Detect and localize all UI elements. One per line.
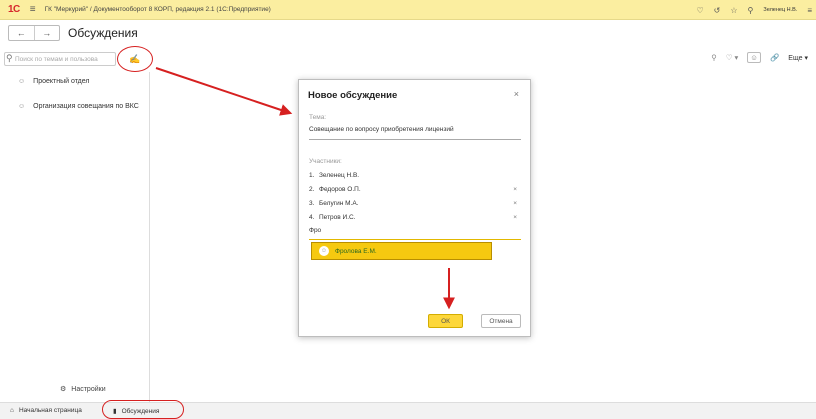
header-row: ← → Обсуждения: [0, 20, 816, 48]
forward-arrow-icon[interactable]: →: [35, 26, 60, 40]
arrow-to-dialog: [155, 67, 293, 116]
participant-number: 4.: [309, 214, 315, 221]
bell-dropdown-icon[interactable]: ♡ ▾: [726, 53, 739, 62]
star-icon[interactable]: ☆: [730, 6, 737, 15]
search-icon[interactable]: ⚲: [748, 6, 754, 15]
dialog-title: Новое обсуждение: [308, 90, 398, 101]
more-label: Еще: [788, 54, 803, 62]
participant-number: 2.: [309, 186, 315, 193]
group-icon: ☺: [18, 78, 26, 85]
suggestion-name: Фролова Е.М.: [335, 247, 377, 255]
participant-name: Петров И.С.: [319, 214, 356, 221]
nav-buttons: ← →: [8, 25, 60, 41]
suggestion-item[interactable]: ☺ Фролова Е.М.: [311, 242, 492, 260]
user-avatar-icon: ☺: [319, 246, 329, 256]
list-toolbar: ⚲ ♡ ▾ ☺ 🔗 Еще ▾: [711, 52, 808, 63]
participant-row: 1. Зеленец Н.В.: [309, 172, 521, 179]
page-title: Обсуждения: [68, 26, 138, 40]
highlight-circle: [102, 400, 184, 419]
ok-button[interactable]: ОК: [428, 314, 463, 328]
title-bar: 1С ≡ ГК "Меркурий" / Документооборот 8 К…: [0, 0, 816, 20]
bell-icon[interactable]: ♡: [696, 6, 703, 15]
new-discussion-dialog: Новое обсуждение × Тема: Совещание по во…: [298, 79, 531, 337]
search-icon[interactable]: ⚲: [711, 53, 717, 62]
close-icon[interactable]: ×: [514, 89, 519, 99]
title-bar-tools: ♡ ↺ ☆ ⚲ Зеленец Н.В. ≡: [696, 0, 812, 20]
tab-home-label: Начальная страница: [18, 407, 82, 414]
remove-icon[interactable]: ×: [513, 200, 517, 207]
remove-icon[interactable]: ×: [513, 186, 517, 193]
sidebar: ☺ Проектный отдел ☺ Организация совещани…: [0, 72, 150, 402]
home-icon: ⌂: [10, 407, 14, 414]
participant-name: Федоров О.П.: [319, 186, 361, 193]
participant-name: Зеленец Н.В.: [319, 172, 360, 179]
menu-icon[interactable]: ≡: [807, 6, 812, 15]
link-icon[interactable]: 🔗: [770, 53, 779, 62]
sidebar-item-label: Проектный отдел: [33, 78, 90, 85]
gear-icon: ⚙: [60, 386, 67, 393]
main-menu-icon[interactable]: ≡: [30, 4, 36, 15]
sidebar-item-label: Организация совещания по ВКС: [33, 103, 139, 110]
more-button[interactable]: Еще ▾: [788, 54, 808, 62]
highlight-circle: [117, 46, 153, 72]
app-logo: 1С: [8, 4, 20, 15]
search-icon: ⚲: [6, 53, 13, 63]
remove-icon[interactable]: ×: [513, 214, 517, 221]
participants-label: Участники:: [309, 158, 342, 165]
participant-row: 4. Петров И.С. ×: [309, 214, 521, 221]
participant-number: 1.: [309, 172, 315, 179]
search-placeholder: Поиск по темам и пользова: [15, 55, 98, 63]
group-icon: ☺: [18, 103, 26, 110]
cancel-button[interactable]: Отмена: [481, 314, 521, 328]
participant-row: 3. Белугин М.А. ×: [309, 200, 521, 207]
topic-field[interactable]: Совещание по вопросу приобретения лиценз…: [309, 126, 521, 140]
back-arrow-icon[interactable]: ←: [9, 26, 35, 40]
participant-name: Белугин М.А.: [319, 200, 359, 207]
participant-row: 2. Федоров О.П. ×: [309, 186, 521, 193]
topic-label: Тема:: [309, 114, 327, 121]
sidebar-item-project-dept[interactable]: ☺ Проектный отдел: [18, 78, 90, 85]
participant-number: 3.: [309, 200, 315, 207]
history-icon[interactable]: ↺: [714, 6, 721, 15]
window-title: ГК "Меркурий" / Документооборот 8 КОРП, …: [44, 6, 271, 13]
tab-home[interactable]: ⌂ Начальная страница: [10, 407, 82, 414]
current-user[interactable]: Зеленец Н.В.: [763, 7, 797, 13]
search-input[interactable]: ⚲ Поиск по темам и пользова: [4, 52, 116, 66]
participant-input[interactable]: Фро: [309, 227, 521, 240]
settings-label: Настройки: [71, 385, 106, 393]
sidebar-item-vks-meeting[interactable]: ☺ Организация совещания по ВКС: [18, 103, 139, 110]
participants-icon[interactable]: ☺: [747, 52, 761, 63]
settings-button[interactable]: ⚙ Настройки: [60, 385, 106, 394]
